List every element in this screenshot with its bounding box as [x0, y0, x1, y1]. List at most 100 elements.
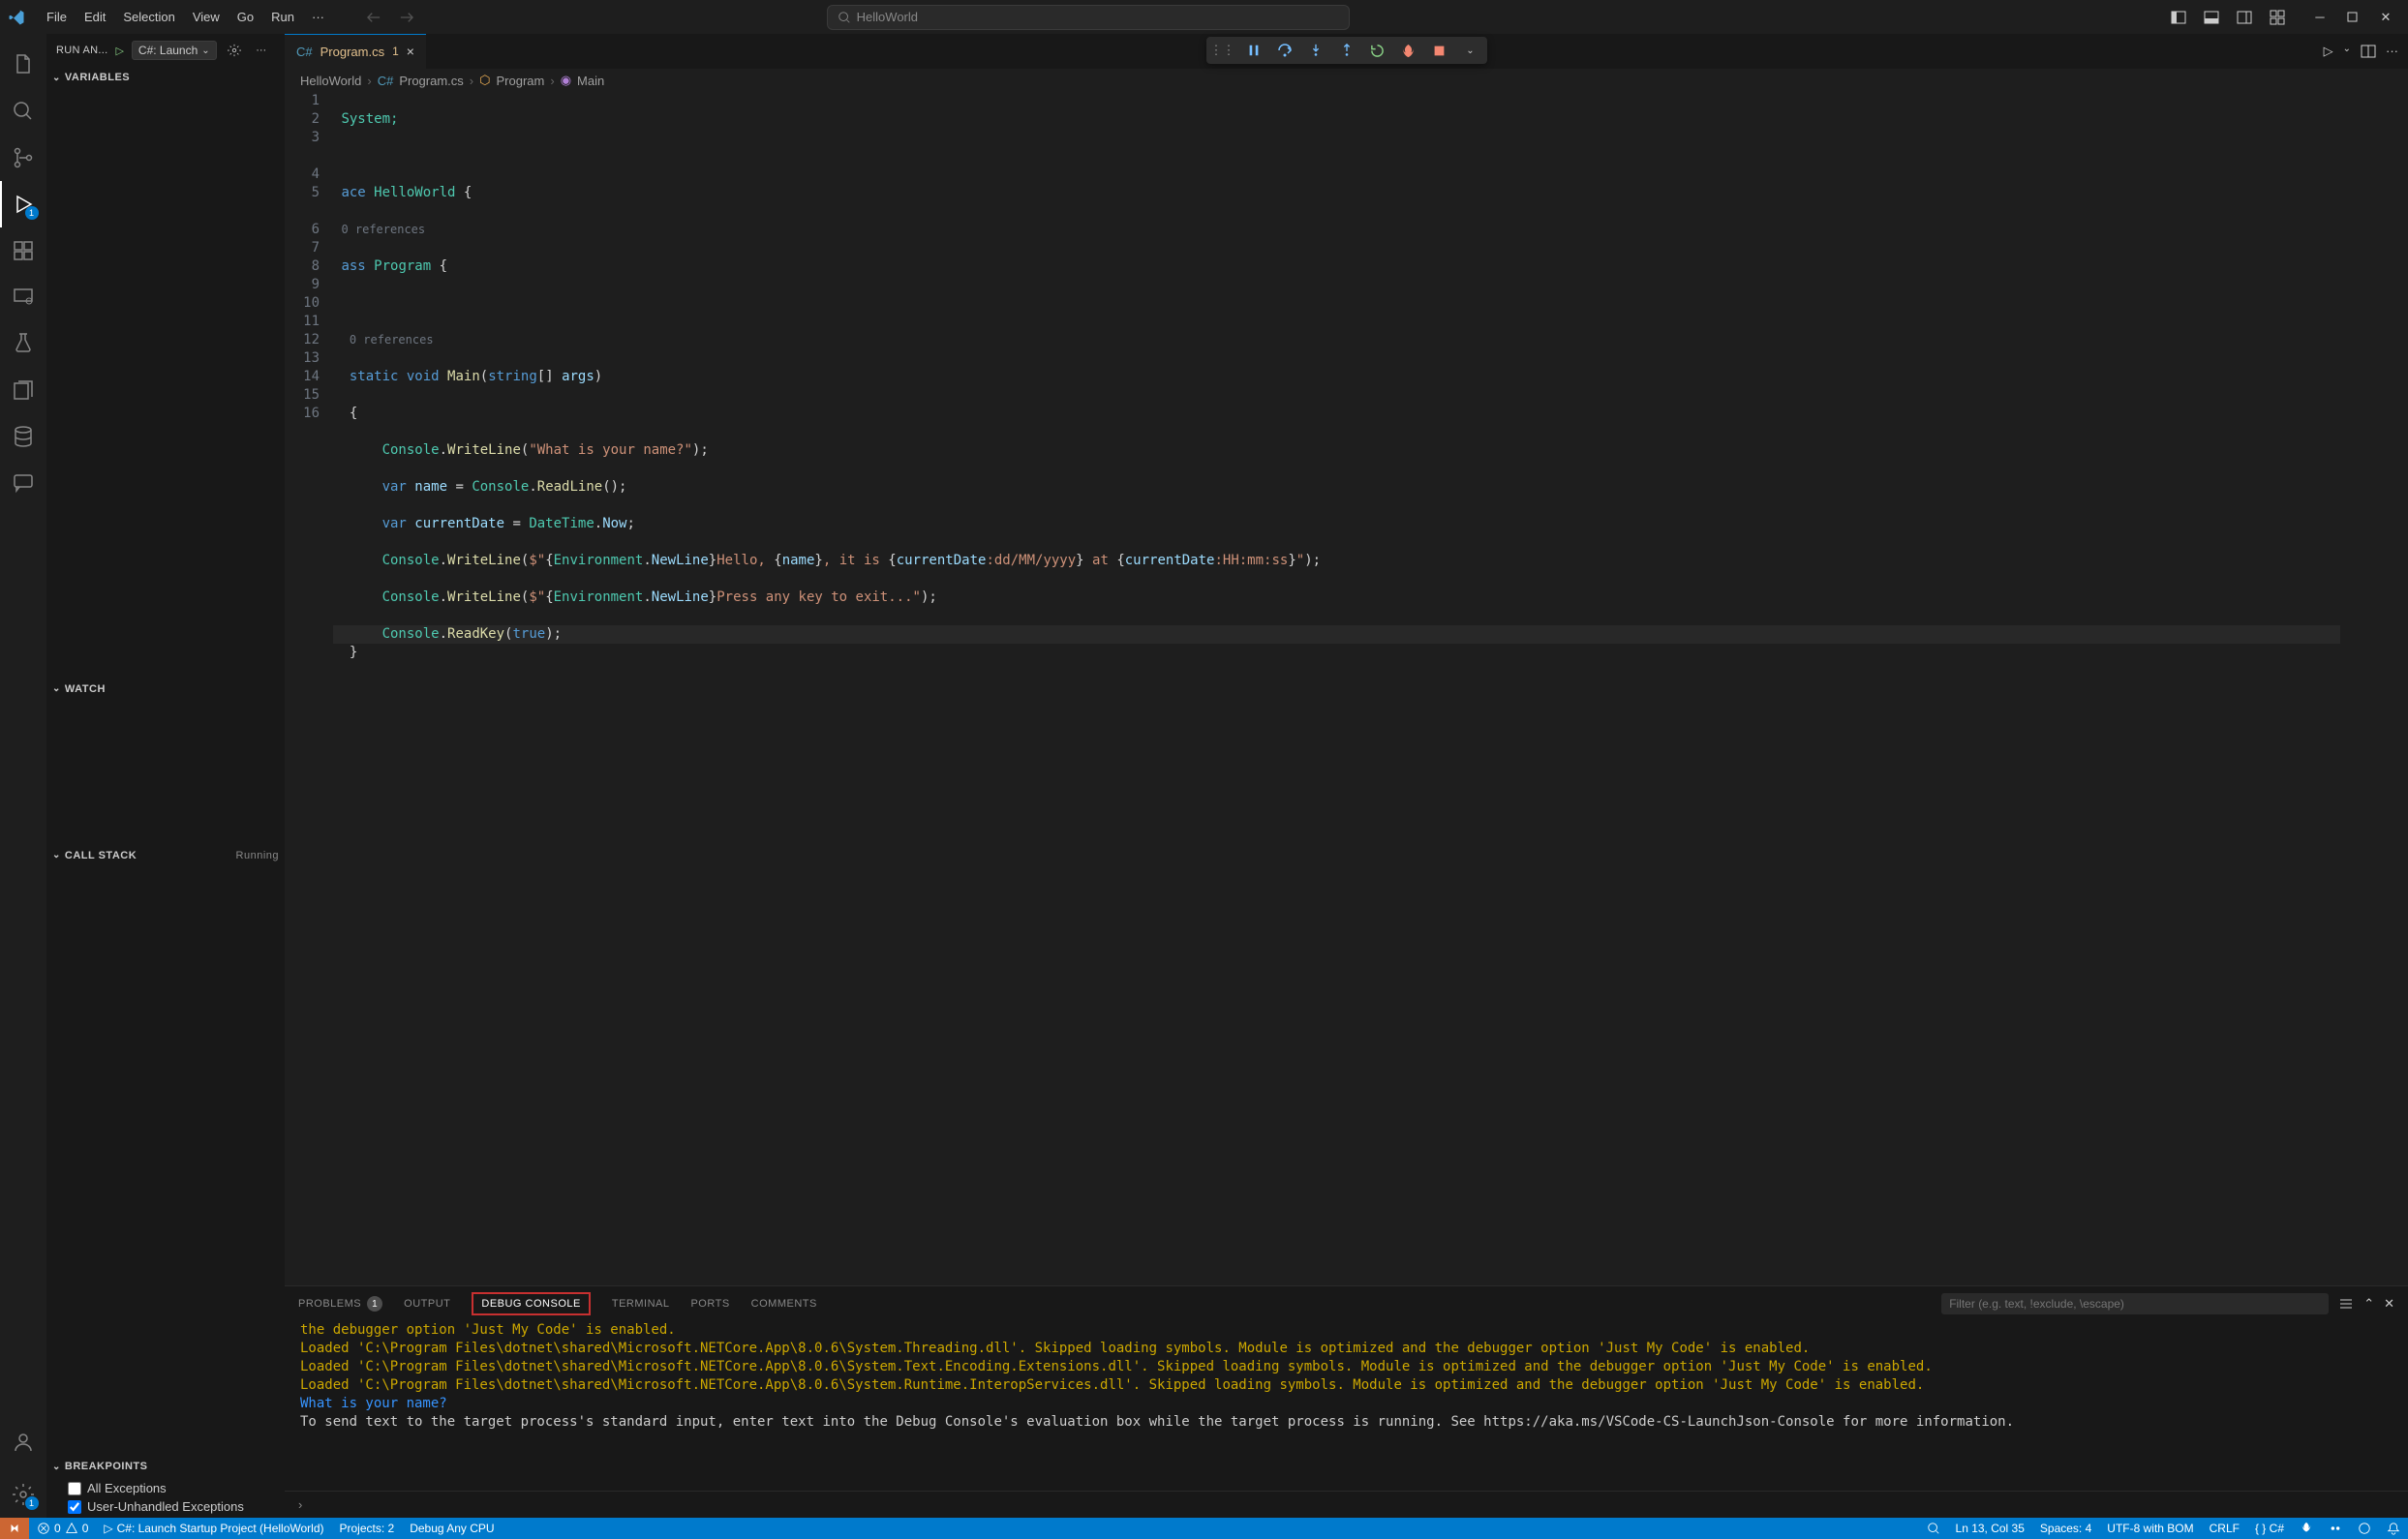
references-icon[interactable]	[0, 367, 46, 413]
hot-reload-icon[interactable]	[1398, 40, 1419, 61]
watch-section[interactable]: ⌄WATCH	[46, 679, 285, 700]
cursor-position[interactable]: Ln 13, Col 35	[1948, 1522, 2032, 1535]
tab-ports[interactable]: PORTS	[690, 1294, 729, 1313]
tab-debug-console[interactable]: DEBUG CONSOLE	[472, 1292, 590, 1315]
eol[interactable]: CRLF	[2202, 1522, 2247, 1535]
command-center[interactable]: HelloWorld	[827, 5, 1350, 30]
errors-warnings[interactable]: 0 0	[29, 1522, 96, 1535]
close-icon[interactable]: ✕	[2371, 3, 2400, 32]
breakpoints-section[interactable]: ⌄BREAKPOINTS	[46, 1456, 285, 1477]
account-icon[interactable]	[0, 1419, 46, 1465]
menu-selection[interactable]: Selection	[115, 6, 182, 28]
editor-actions: ▷ ⌄ ···	[2324, 44, 2408, 59]
search-icon[interactable]	[0, 88, 46, 135]
encoding[interactable]: UTF-8 with BOM	[2099, 1522, 2201, 1535]
tab-close-icon[interactable]: ×	[407, 44, 414, 59]
variables-body	[46, 88, 285, 679]
tab-comments[interactable]: COMMENTS	[751, 1294, 817, 1313]
language-mode[interactable]: { } C#	[2247, 1522, 2292, 1535]
code-content[interactable]: System; ace HelloWorld { 0 references as…	[333, 92, 2340, 1285]
toggle-secondary-icon[interactable]	[2230, 3, 2259, 32]
chevron-down-icon[interactable]: ⌄	[1460, 40, 1481, 61]
debug-badge: 1	[25, 206, 39, 220]
indentation[interactable]: Spaces: 4	[2032, 1522, 2099, 1535]
customize-layout-icon[interactable]	[2263, 3, 2292, 32]
extensions-icon[interactable]	[0, 227, 46, 274]
run-icon[interactable]: ▷	[2324, 44, 2333, 59]
pause-icon[interactable]	[1243, 40, 1265, 61]
step-into-icon[interactable]	[1305, 40, 1326, 61]
nav-forward-icon[interactable]	[394, 5, 419, 30]
zoom-icon[interactable]	[1919, 1522, 1948, 1535]
fire-icon[interactable]	[2292, 1522, 2321, 1535]
menu-run[interactable]: Run	[263, 6, 302, 28]
debug-console-input[interactable]: ›	[285, 1491, 2408, 1518]
toggle-panel-icon[interactable]	[2197, 3, 2226, 32]
copilot-icon[interactable]	[2321, 1522, 2350, 1535]
database-icon[interactable]	[0, 413, 46, 460]
testing-icon[interactable]	[0, 320, 46, 367]
menu-view[interactable]: View	[185, 6, 228, 28]
sidebar-title: RUN AN...	[56, 45, 107, 56]
chevron-down-icon: ⌄	[52, 683, 61, 694]
editor-area: C# Program.cs 1 × ⋮⋮ ⌄ ▷ ⌄ ···	[285, 34, 2408, 1518]
tab-problems[interactable]: PROBLEMS1	[298, 1292, 382, 1315]
step-over-icon[interactable]	[1274, 40, 1295, 61]
menu-file[interactable]: File	[39, 6, 75, 28]
line-gutter: 123 45 678910111213141516	[285, 92, 333, 1285]
tab-terminal[interactable]: TERMINAL	[612, 1294, 670, 1313]
close-panel-icon[interactable]: ✕	[2384, 1296, 2394, 1312]
launch-config[interactable]: ▷ C#: Launch Startup Project (HelloWorld…	[96, 1522, 331, 1535]
chevron-down-icon[interactable]: ⌄	[2343, 44, 2351, 59]
chevron-down-icon: ⌄	[201, 45, 209, 56]
nav-back-icon[interactable]	[361, 5, 386, 30]
remote-explorer-icon[interactable]	[0, 274, 46, 320]
source-control-icon[interactable]	[0, 135, 46, 181]
breakpoint-item[interactable]: User-Unhandled Exceptions	[46, 1497, 285, 1516]
menu-more[interactable]: ···	[304, 6, 332, 28]
notifications-icon[interactable]	[2379, 1522, 2408, 1535]
filter-input[interactable]	[1941, 1293, 2329, 1314]
callstack-section[interactable]: ⌄CALL STACKRunning	[46, 845, 285, 866]
feedback-icon[interactable]	[2350, 1522, 2379, 1535]
breadcrumb[interactable]: HelloWorld› C#Program.cs› ⬡Program› ◉Mai…	[285, 69, 2408, 92]
more-icon[interactable]: ···	[2386, 44, 2398, 59]
split-editor-icon[interactable]	[2361, 44, 2376, 59]
debug-console-output[interactable]: the debugger option 'Just My Code' is en…	[285, 1321, 2408, 1491]
toggle-sidebar-icon[interactable]	[2164, 3, 2193, 32]
vscode-logo-icon	[8, 8, 27, 27]
maximize-icon[interactable]	[2338, 3, 2367, 32]
breakpoint-item[interactable]: All Exceptions	[46, 1479, 285, 1497]
breakpoint-checkbox[interactable]	[68, 1500, 81, 1514]
menu-edit[interactable]: Edit	[76, 6, 113, 28]
start-debug-icon[interactable]: ▷	[115, 45, 123, 57]
restart-icon[interactable]	[1367, 40, 1388, 61]
projects-count[interactable]: Projects: 2	[331, 1522, 402, 1535]
comments-icon[interactable]	[0, 460, 46, 506]
editor-tab[interactable]: C# Program.cs 1 ×	[285, 34, 426, 69]
minimize-icon[interactable]: ─	[2305, 3, 2334, 32]
settings-icon[interactable]: 1	[0, 1471, 46, 1518]
step-out-icon[interactable]	[1336, 40, 1357, 61]
drag-handle-icon[interactable]: ⋮⋮	[1212, 40, 1234, 61]
more-icon[interactable]: ···	[252, 41, 271, 60]
remote-indicator[interactable]	[0, 1518, 29, 1539]
run-debug-icon[interactable]: 1	[0, 181, 46, 227]
bottom-panel: PROBLEMS1 OUTPUT DEBUG CONSOLE TERMINAL …	[285, 1285, 2408, 1518]
search-text: HelloWorld	[857, 10, 918, 24]
variables-section[interactable]: ⌄VARIABLES	[46, 67, 285, 88]
breakpoint-checkbox[interactable]	[68, 1482, 81, 1495]
panel-tabs: PROBLEMS1 OUTPUT DEBUG CONSOLE TERMINAL …	[285, 1286, 2408, 1321]
stop-icon[interactable]	[1429, 40, 1450, 61]
minimap[interactable]	[2340, 92, 2408, 1285]
gear-icon[interactable]	[225, 41, 244, 60]
tab-output[interactable]: OUTPUT	[404, 1294, 450, 1313]
clear-console-icon[interactable]	[2338, 1296, 2354, 1312]
explorer-icon[interactable]	[0, 42, 46, 88]
menu-go[interactable]: Go	[229, 6, 261, 28]
collapse-icon[interactable]: ⌃	[2363, 1296, 2374, 1312]
debug-config-dropdown[interactable]: C#: Launch⌄	[132, 41, 217, 60]
build-config[interactable]: Debug Any CPU	[402, 1522, 502, 1535]
code-editor[interactable]: 123 45 678910111213141516 System; ace He…	[285, 92, 2408, 1285]
tab-name: Program.cs	[320, 45, 384, 59]
